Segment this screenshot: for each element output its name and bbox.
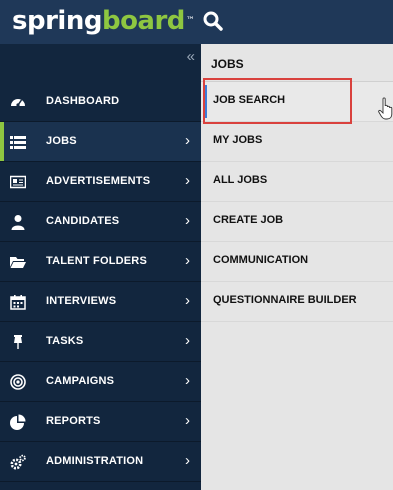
sidebar-item-label: ADMINISTRATION [46, 455, 144, 467]
chevron-right-icon: › [185, 212, 190, 229]
collapse-sidebar-button[interactable]: « [187, 49, 195, 65]
submenu-item-my-jobs[interactable]: MY JOBS [201, 122, 393, 162]
submenu-item-label: COMMUNICATION [213, 254, 309, 266]
sidebar-item-campaigns[interactable]: CAMPAIGNS › [0, 362, 201, 402]
springboard-logo[interactable]: springboard™ [12, 6, 195, 36]
sidebar-item-tasks[interactable]: TASKS › [0, 322, 201, 362]
chevron-right-icon: › [185, 332, 190, 349]
sidebar-item-dashboard[interactable]: DASHBOARD [0, 82, 201, 122]
highlight-box [203, 78, 352, 124]
submenu-title: JOBS [211, 57, 244, 71]
user-icon [11, 215, 25, 230]
app-window: springboard™ « DASHBOARD JOBS › ADVERTIS… [0, 0, 393, 490]
calendar-icon [10, 295, 26, 310]
sidebar-item-interviews[interactable]: INTERVIEWS › [0, 282, 201, 322]
chevron-right-icon: › [185, 412, 190, 429]
sidebar-item-label: CAMPAIGNS [46, 375, 115, 387]
submenu-item-label: QUESTIONNAIRE BUILDER [213, 294, 357, 306]
logo-text-board: board [101, 6, 185, 36]
cogs-icon [10, 454, 26, 470]
chevron-right-icon: › [185, 452, 190, 469]
newspaper-icon [10, 175, 26, 189]
sidebar-item-label: REPORTS [46, 415, 101, 427]
sidebar-item-advertisements[interactable]: ADVERTISEMENTS › [0, 162, 201, 202]
dashboard-icon [11, 99, 25, 107]
sidebar-item-label: TALENT FOLDERS [46, 255, 147, 267]
sidebar-item-label: ADVERTISEMENTS [46, 175, 151, 187]
submenu-item-label: MY JOBS [213, 134, 263, 146]
sidebar-item-label: JOBS [46, 135, 77, 147]
sidebar-item-jobs[interactable]: JOBS › [0, 122, 201, 162]
list-icon [10, 136, 26, 149]
logo-trademark: ™ [185, 16, 195, 26]
chevron-right-icon: › [185, 292, 190, 309]
sidebar-nav: DASHBOARD JOBS › ADVERTISEMENTS › CANDID… [0, 82, 201, 482]
chevron-right-icon: › [185, 372, 190, 389]
chevron-right-icon: › [185, 172, 190, 189]
submenu-item-communication[interactable]: COMMUNICATION [201, 242, 393, 282]
sidebar: « DASHBOARD JOBS › ADVERTISEMENTS › CAND… [0, 44, 201, 490]
pin-icon [14, 335, 22, 349]
sidebar-item-talent-folders[interactable]: TALENT FOLDERS › [0, 242, 201, 282]
submenu-item-all-jobs[interactable]: ALL JOBS [201, 162, 393, 202]
chevron-right-icon: › [185, 132, 190, 149]
submenu-header: JOBS [201, 44, 393, 82]
submenu-item-label: ALL JOBS [213, 174, 268, 186]
sidebar-item-label: INTERVIEWS [46, 295, 117, 307]
sidebar-item-label: CANDIDATES [46, 215, 120, 227]
sidebar-item-label: DASHBOARD [46, 95, 120, 107]
search-icon[interactable] [202, 10, 224, 32]
target-icon [10, 374, 26, 390]
hand-cursor-icon [378, 97, 393, 120]
top-bar: springboard™ [0, 0, 393, 44]
submenu-item-create-job[interactable]: CREATE JOB [201, 202, 393, 242]
pie-chart-icon [10, 414, 26, 430]
sidebar-item-label: TASKS [46, 335, 84, 347]
sidebar-item-reports[interactable]: REPORTS › [0, 402, 201, 442]
submenu-item-questionnaire-builder[interactable]: QUESTIONNAIRE BUILDER [201, 282, 393, 322]
submenu-item-label: CREATE JOB [213, 214, 284, 226]
folder-icon [10, 257, 26, 268]
chevron-right-icon: › [185, 252, 190, 269]
sidebar-item-administration[interactable]: ADMINISTRATION › [0, 442, 201, 482]
logo-text-spring: spring [12, 6, 102, 36]
active-indicator [0, 122, 4, 161]
sidebar-item-candidates[interactable]: CANDIDATES › [0, 202, 201, 242]
